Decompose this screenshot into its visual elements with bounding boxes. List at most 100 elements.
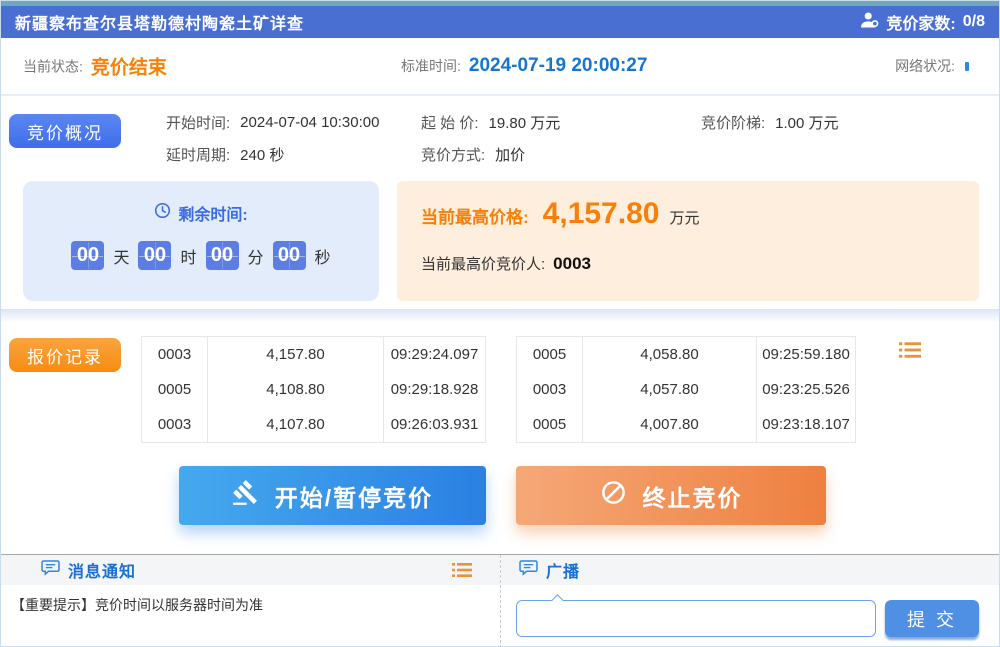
bid-table-left: 0003 4,157.80 09:29:24.097 0005 4,108.80… [141, 336, 486, 443]
highest-price-panel: 当前最高价格: 4,157.80 万元 当前最高价竞价人: 0003 [397, 181, 979, 301]
countdown-title: 剩余时间: [23, 201, 379, 225]
bid-row: 0005 4,007.80 09:23:18.107 [517, 407, 855, 442]
field-value: 2024-07-04 10:30:00 [240, 114, 379, 131]
bid-cell-time: 09:29:18.928 [384, 372, 485, 407]
field-label: 起 始 价: [421, 112, 479, 133]
countdown-seconds-unit: 秒 [315, 244, 331, 268]
bid-cell-time: 09:23:25.526 [757, 372, 855, 407]
countdown-hours-value: 00 [138, 241, 171, 270]
broadcast-bubble-icon [519, 560, 538, 581]
bid-row: 0003 4,107.80 09:26:03.931 [142, 407, 485, 442]
bid-cell-time: 09:29:24.097 [384, 337, 485, 372]
bid-cell-price: 4,057.80 [582, 372, 757, 407]
field-value: 19.80 万元 [489, 112, 561, 133]
field-label: 竞价阶梯: [701, 112, 765, 133]
state-label: 当前状态: [23, 56, 83, 76]
time-value: 2024-07-19 20:00:27 [469, 55, 648, 77]
bid-records-section: 报价记录 0003 4,157.80 09:29:24.097 0005 4,1… [1, 321, 999, 554]
network-label: 网络状况: [895, 56, 955, 76]
countdown-minutes-value: 00 [206, 241, 239, 270]
bid-cell-price: 4,007.80 [582, 407, 757, 442]
bottom-panel: 消息通知 【重要提示】竞价时间以服务器时间为准 广播 提 交 [1, 554, 999, 647]
broadcast-panel: 广播 提 交 [501, 555, 999, 647]
current-state: 当前状态: 竞价结束 [23, 53, 167, 80]
countdown-seconds-value: 00 [273, 241, 306, 270]
page-title: 新疆察布查尔县塔勒德村陶瓷土矿详查 [15, 10, 304, 34]
bid-row: 0003 4,057.80 09:23:25.526 [517, 372, 855, 407]
countdown-hours-unit: 时 [180, 244, 196, 268]
network-signal-icon [965, 62, 969, 71]
field-label: 竞价方式: [421, 144, 485, 165]
field-value: 1.00 万元 [775, 112, 838, 133]
bid-cell-price: 4,157.80 [207, 337, 384, 372]
countdown-digits: 00 天 00 时 00 分 00 秒 [23, 241, 379, 270]
state-value: 竞价结束 [91, 53, 167, 80]
bid-cell-price: 4,107.80 [207, 407, 384, 442]
stop-label: 终止竞价 [643, 479, 743, 513]
bidders-value: 0/8 [963, 13, 985, 31]
field-value: 加价 [495, 144, 525, 165]
field-label: 延时周期: [166, 144, 230, 165]
overview-section: 竞价概况 开始时间: 2024-07-04 10:30:00 起 始 价: 19… [1, 96, 999, 309]
bid-records-section-label: 报价记录 [9, 338, 121, 372]
message-bubble-icon [41, 560, 60, 581]
field-bid-increment: 竞价阶梯: 1.00 万元 [701, 112, 839, 133]
title-bar: 新疆察布查尔县塔勒德村陶瓷土矿详查 竞价家数: 0/8 [1, 6, 999, 38]
highest-price-value: 4,157.80 [543, 197, 660, 231]
bid-cell-price: 4,058.80 [582, 337, 757, 372]
bid-cell-time: 09:25:59.180 [757, 337, 855, 372]
stop-bidding-button[interactable]: 终止竞价 [516, 466, 826, 525]
time-label: 标准时间: [401, 56, 461, 76]
auction-page: 新疆察布查尔县塔勒德村陶瓷土矿详查 竞价家数: 0/8 当前状态: 竞价结束 标… [0, 0, 1000, 647]
bid-cell-bidder: 0005 [142, 372, 207, 407]
bidders-label: 竞价家数: [886, 10, 955, 34]
highest-bidder-value: 0003 [553, 254, 591, 274]
bid-cell-bidder: 0003 [142, 407, 207, 442]
start-pause-bidding-button[interactable]: 开始/暂停竞价 [179, 466, 486, 525]
bid-cell-bidder: 0003 [517, 372, 582, 407]
highest-price-line: 当前最高价格: 4,157.80 万元 [421, 197, 699, 231]
broadcast-input[interactable] [516, 600, 876, 637]
list-icon [452, 566, 472, 581]
countdown-days-value: 00 [71, 241, 104, 270]
bidders-icon [861, 12, 879, 33]
bid-cell-bidder: 0005 [517, 337, 582, 372]
bid-row: 0003 4,157.80 09:29:24.097 [142, 337, 485, 372]
overview-section-label: 竞价概况 [9, 114, 121, 148]
bid-row: 0005 4,058.80 09:25:59.180 [517, 337, 855, 372]
gavel-icon [232, 479, 259, 512]
countdown-panel: 剩余时间: 00 天 00 时 00 分 00 秒 [23, 181, 379, 301]
clock-icon [154, 202, 171, 224]
message-panel-header: 消息通知 [1, 555, 500, 585]
highest-bidder-label: 当前最高价竞价人: [421, 253, 545, 274]
bid-cell-price: 4,108.80 [207, 372, 384, 407]
message-panel: 消息通知 【重要提示】竞价时间以服务器时间为准 [1, 555, 501, 647]
network-status: 网络状况: [895, 56, 969, 76]
list-icon [899, 347, 921, 362]
field-value: 240 秒 [240, 144, 284, 165]
section-divider [1, 309, 999, 321]
broadcast-panel-header: 广播 [501, 555, 999, 585]
bid-row: 0005 4,108.80 09:29:18.928 [142, 372, 485, 407]
bid-cell-bidder: 0003 [142, 337, 207, 372]
highest-bidder-line: 当前最高价竞价人: 0003 [421, 253, 591, 274]
message-panel-title: 消息通知 [68, 558, 136, 582]
submit-button[interactable]: 提 交 [885, 600, 979, 637]
bid-table-right: 0005 4,058.80 09:25:59.180 0003 4,057.80… [516, 336, 856, 443]
important-notice-text: 【重要提示】竞价时间以服务器时间为准 [11, 595, 263, 615]
status-bar: 当前状态: 竞价结束 标准时间: 2024-07-19 20:00:27 网络状… [1, 38, 999, 96]
bid-records-list-button[interactable] [899, 341, 921, 359]
field-start-price: 起 始 价: 19.80 万元 [421, 112, 560, 133]
countdown-days-unit: 天 [113, 244, 129, 268]
broadcast-panel-title: 广播 [546, 558, 580, 582]
prohibit-icon [600, 479, 627, 512]
field-delay-period: 延时周期: 240 秒 [166, 144, 284, 165]
message-list-button[interactable] [452, 562, 472, 578]
start-pause-label: 开始/暂停竞价 [275, 479, 433, 513]
highest-price-unit: 万元 [669, 207, 699, 228]
field-label: 开始时间: [166, 112, 230, 133]
countdown-minutes-unit: 分 [248, 244, 264, 268]
bid-cell-time: 09:23:18.107 [757, 407, 855, 442]
server-time: 标准时间: 2024-07-19 20:00:27 [401, 55, 647, 77]
bid-cell-bidder: 0005 [517, 407, 582, 442]
